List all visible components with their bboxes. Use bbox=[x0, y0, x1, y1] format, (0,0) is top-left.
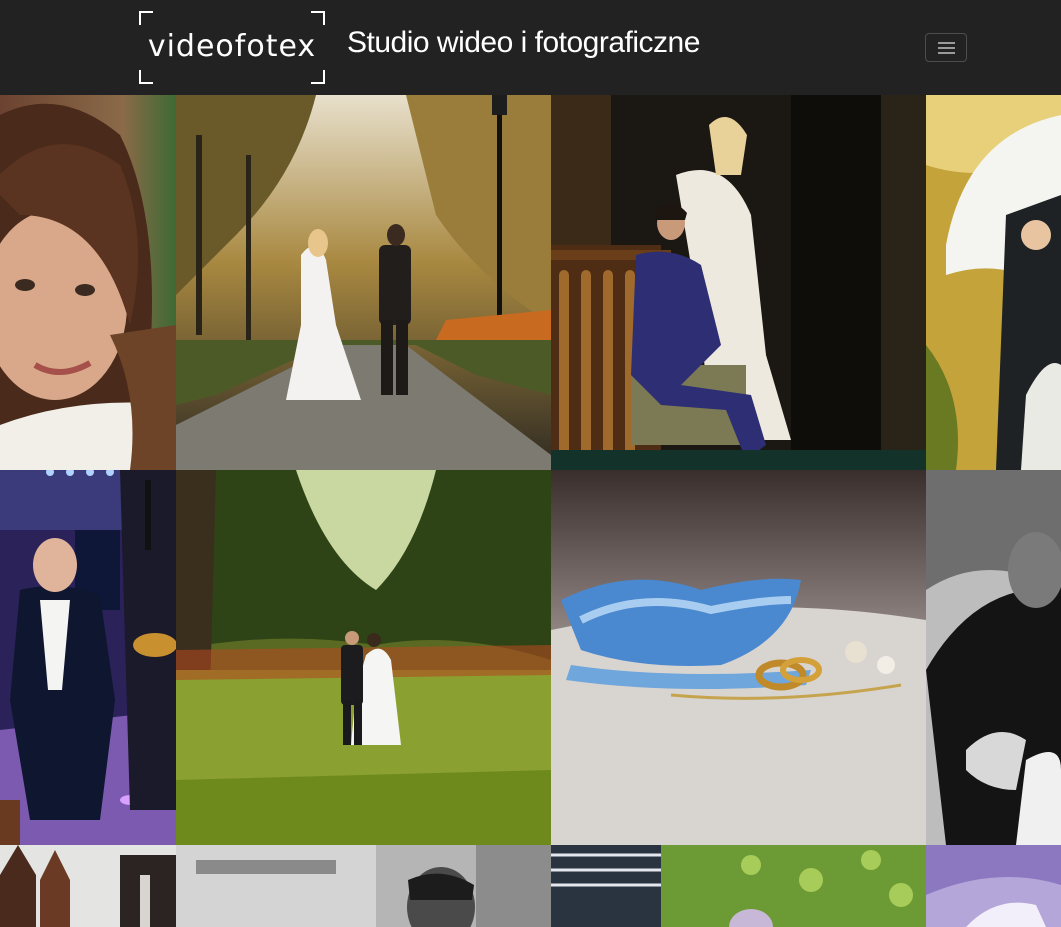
gallery-photo-couple-green-meadow[interactable] bbox=[176, 470, 551, 845]
gallery-photo-couple-embrace-bw[interactable] bbox=[926, 470, 1061, 845]
photo-gallery bbox=[0, 95, 1061, 927]
gallery-photo-couple-umbrella[interactable] bbox=[926, 95, 1061, 470]
gallery-photo-groom-reception-stage[interactable] bbox=[0, 470, 176, 845]
gallery-photo-couple-autumn-park-path[interactable] bbox=[176, 95, 551, 470]
gallery-photo-garter-and-rings[interactable] bbox=[551, 470, 926, 845]
hamburger-icon bbox=[938, 52, 955, 54]
logo-frame-corner bbox=[139, 70, 153, 84]
logo-text: videofotex bbox=[147, 29, 317, 64]
gallery-photo-church-towers[interactable] bbox=[0, 845, 176, 927]
gallery-photo-portrait-woman[interactable] bbox=[0, 95, 176, 470]
navbar: videofotex Studio wideo i fotograficzne bbox=[0, 0, 1061, 95]
site-title[interactable]: Studio wideo i fotograficzne bbox=[347, 26, 700, 60]
gallery-photo-couple-purple[interactable] bbox=[926, 845, 1061, 927]
gallery-photo-couple-armchair-dark-room[interactable] bbox=[551, 95, 926, 470]
gallery-photo-couple-ivy-pergola[interactable] bbox=[551, 845, 926, 927]
hamburger-icon bbox=[938, 42, 955, 44]
logo[interactable]: videofotex bbox=[139, 11, 325, 84]
hamburger-icon bbox=[938, 47, 955, 49]
logo-frame-corner bbox=[311, 11, 325, 25]
logo-frame-corner bbox=[139, 11, 153, 25]
gallery-photo-groom-bw[interactable] bbox=[176, 845, 551, 927]
menu-toggle-button[interactable] bbox=[925, 33, 967, 62]
logo-frame-corner bbox=[311, 70, 325, 84]
